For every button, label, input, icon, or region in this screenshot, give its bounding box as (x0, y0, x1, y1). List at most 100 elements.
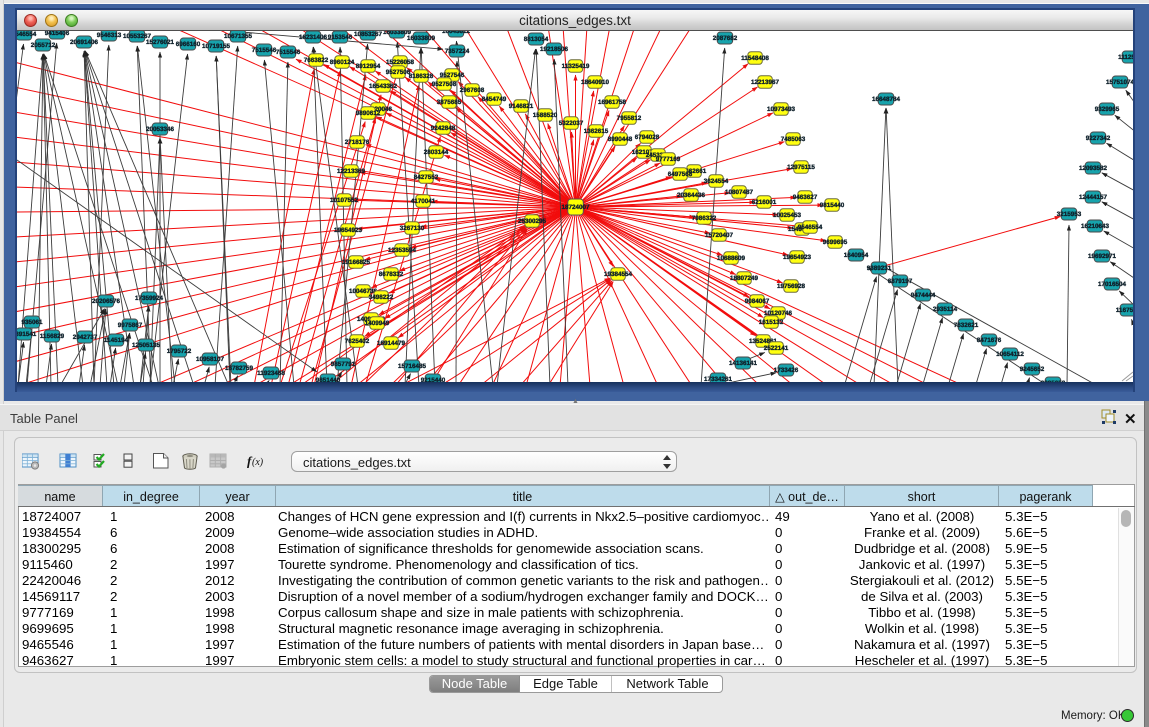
svg-text:9527506: 9527506 (386, 69, 411, 76)
svg-text:8813054: 8813054 (524, 36, 549, 43)
svg-text:10025453: 10025453 (773, 212, 802, 219)
svg-text:19654923: 19654923 (783, 254, 812, 261)
svg-text:8678332: 8678332 (379, 271, 404, 278)
svg-text:11325419: 11325419 (562, 63, 590, 70)
svg-text:9242848: 9242848 (431, 125, 456, 132)
svg-text:9227342: 9227342 (1086, 135, 1111, 142)
svg-text:17359924: 17359924 (135, 295, 164, 302)
svg-text:7663822: 7663822 (304, 57, 329, 64)
svg-text:4170041: 4170041 (411, 198, 436, 205)
svg-text:10654112: 10654112 (996, 351, 1024, 358)
svg-text:18640910: 18640910 (581, 79, 610, 86)
svg-text:7357224: 7357224 (445, 48, 470, 55)
svg-text:19384554: 19384554 (604, 271, 633, 278)
svg-text:17016504: 17016504 (1098, 281, 1127, 288)
svg-text:25300295: 25300295 (518, 218, 547, 225)
svg-text:8454749: 8454749 (482, 96, 507, 103)
svg-text:16961758: 16961758 (598, 99, 627, 106)
svg-text:16043812: 16043812 (442, 31, 471, 35)
svg-text:3215953: 3215953 (1057, 211, 1082, 218)
svg-text:8186328: 8186328 (409, 73, 434, 80)
svg-text:7955812: 7955812 (617, 115, 642, 122)
svg-text:2942737: 2942737 (73, 334, 98, 341)
svg-text:6497568: 6497568 (668, 171, 693, 178)
svg-text:3624554: 3624554 (704, 178, 729, 185)
svg-text:9245652: 9245652 (1020, 366, 1045, 373)
svg-text:3267130: 3267130 (400, 225, 425, 232)
svg-text:2087682: 2087682 (713, 35, 738, 42)
svg-text:20364436: 20364436 (677, 192, 706, 199)
svg-text:19654923: 19654923 (334, 227, 363, 234)
svg-text:1588520: 1588520 (533, 112, 558, 119)
svg-text:11548408: 11548408 (741, 55, 769, 62)
svg-text:2935114: 2935114 (933, 306, 958, 313)
svg-text:16231406: 16231406 (299, 34, 328, 41)
svg-text:7632621: 7632621 (954, 322, 979, 329)
svg-text:19218506: 19218506 (540, 46, 569, 53)
svg-text:9153546: 9153546 (328, 34, 353, 41)
svg-text:19692971: 19692971 (1088, 253, 1117, 260)
svg-text:9389231: 9389231 (867, 265, 892, 272)
svg-text:1156829: 1156829 (40, 333, 65, 340)
svg-text:15720407: 15720407 (705, 232, 734, 239)
svg-text:9546554: 9546554 (17, 31, 37, 38)
svg-text:7625402: 7625402 (345, 338, 370, 345)
svg-text:16543362: 16543362 (369, 83, 398, 90)
svg-text:10688609: 10688609 (717, 255, 746, 262)
svg-text:20691406: 20691406 (70, 39, 99, 46)
svg-text:15716485: 15716485 (398, 363, 427, 370)
svg-text:6794028: 6794028 (635, 134, 660, 141)
svg-text:18724007: 18724007 (561, 204, 590, 211)
svg-text:6966160: 6966160 (176, 41, 201, 48)
svg-text:20206576: 20206576 (92, 298, 121, 305)
svg-text:3875685: 3875685 (437, 99, 462, 106)
svg-text:(x): (x) (252, 457, 264, 468)
svg-text:12975115: 12975115 (787, 164, 815, 171)
svg-text:9546313: 9546313 (97, 32, 122, 39)
svg-text:15751074: 15751074 (1106, 79, 1133, 86)
svg-text:935061: 935061 (21, 319, 43, 326)
svg-text:10807487: 10807487 (725, 189, 754, 196)
svg-text:2967608: 2967608 (460, 87, 485, 94)
svg-text:15276021: 15276021 (146, 39, 175, 46)
svg-text:16914479: 16914479 (377, 340, 406, 347)
svg-text:9474444: 9474444 (911, 292, 936, 299)
svg-text:9391541: 9391541 (17, 331, 37, 338)
svg-text:12213369: 12213369 (337, 168, 366, 175)
svg-text:6879197: 6879197 (888, 278, 913, 285)
svg-text:9699695: 9699695 (823, 239, 848, 246)
svg-text:1733426: 1733426 (774, 367, 799, 374)
svg-text:9777169: 9777169 (656, 156, 681, 163)
svg-text:10853267: 10853267 (354, 31, 383, 38)
svg-text:9975867: 9975867 (118, 322, 143, 329)
svg-text:9463627: 9463627 (793, 194, 818, 201)
svg-text:7515546: 7515546 (252, 47, 277, 54)
svg-text:5322037: 5322037 (559, 120, 584, 127)
svg-text:10719155: 10719155 (202, 43, 231, 50)
svg-text:16210643: 16210643 (1081, 223, 1110, 230)
svg-text:16033809: 16033809 (407, 35, 436, 42)
svg-text:12505135: 12505135 (132, 342, 161, 349)
svg-text:9890612: 9890612 (356, 110, 381, 117)
svg-text:9546554: 9546554 (798, 224, 823, 231)
svg-text:1409949: 1409949 (365, 320, 390, 327)
svg-text:2718176: 2718176 (345, 139, 370, 146)
svg-text:1112543: 1112543 (1118, 54, 1133, 61)
svg-text:9084067: 9084067 (745, 298, 770, 305)
svg-text:7485063: 7485063 (781, 136, 806, 143)
svg-text:20053346: 20053346 (146, 126, 175, 133)
svg-text:19166825: 19166825 (342, 259, 371, 266)
svg-text:1615132: 1615132 (759, 319, 784, 326)
svg-text:14136141: 14136141 (729, 360, 758, 367)
svg-text:9815440: 9815440 (820, 202, 845, 209)
svg-text:1640954: 1640954 (844, 252, 869, 259)
svg-text:10107552: 10107552 (330, 197, 359, 204)
svg-text:10973493: 10973493 (767, 106, 796, 113)
svg-text:1145194: 1145194 (104, 337, 129, 344)
svg-text:9527508: 9527508 (432, 81, 457, 88)
svg-text:7986322: 7986322 (692, 215, 717, 222)
svg-text:18807249: 18807249 (730, 275, 759, 282)
svg-text:2803144: 2803144 (424, 149, 449, 156)
svg-text:2055712: 2055712 (31, 42, 56, 49)
svg-text:3498222: 3498222 (369, 294, 394, 301)
